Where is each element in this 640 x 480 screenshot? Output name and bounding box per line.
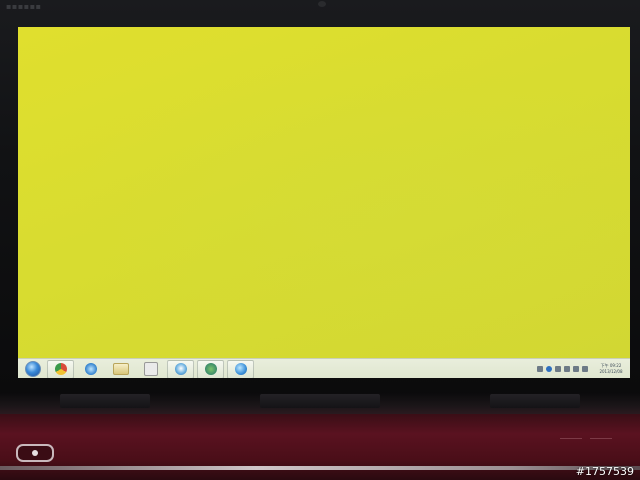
taskbar-chrome-button[interactable] [47, 359, 74, 378]
tray-network-icon[interactable] [564, 366, 570, 372]
laptop-photo: ▪▪▪▪▪▪ 下午 09:22 2013/12/08 #1757539 [0, 0, 640, 480]
globe-icon [234, 363, 247, 375]
chrome-icon [54, 363, 67, 375]
watermark: #1757539 [575, 465, 634, 478]
hinge-segment [260, 394, 380, 408]
chassis-edge [0, 466, 640, 470]
laptop-chassis [0, 414, 640, 480]
system-tray: 下午 09:22 2013/12/08 [534, 360, 628, 378]
speaker-grille [590, 438, 612, 439]
tray-power-icon[interactable] [582, 366, 588, 372]
taskbar-utility-button[interactable] [197, 359, 224, 378]
taskbar-media-button[interactable] [137, 360, 164, 379]
windows-orb-icon [25, 361, 41, 377]
start-button[interactable] [22, 360, 44, 378]
tray-app-icon[interactable] [546, 366, 552, 372]
utility-icon [204, 363, 217, 375]
taskbar: 下午 09:22 2013/12/08 [18, 358, 630, 378]
power-button[interactable] [16, 444, 54, 462]
taskbar-globe-button[interactable] [227, 359, 254, 378]
hinge [0, 392, 640, 414]
taskbar-explorer-button[interactable] [107, 360, 134, 379]
power-icon [32, 450, 38, 456]
speaker-grille [560, 438, 582, 439]
bezel-brand-logo: ▪▪▪▪▪▪ [6, 2, 42, 11]
windows-explorer-icon [112, 363, 129, 375]
network-icon [174, 363, 187, 375]
hinge-segment [490, 394, 580, 408]
taskbar-clock[interactable]: 下午 09:22 2013/12/08 [594, 363, 628, 375]
internet-explorer-icon [84, 363, 97, 375]
media-player-icon [143, 362, 158, 376]
desktop[interactable] [18, 27, 630, 359]
screen: 下午 09:22 2013/12/08 [18, 27, 630, 378]
tray-flag-icon[interactable] [555, 366, 561, 372]
tray-arrow-icon[interactable] [537, 366, 543, 372]
tray-volume-icon[interactable] [573, 366, 579, 372]
taskbar-network-button[interactable] [167, 359, 194, 378]
webcam-icon [318, 1, 326, 7]
hinge-segment [60, 394, 150, 408]
clock-date: 2013/12/08 [599, 369, 623, 374]
taskbar-ie-button[interactable] [77, 360, 104, 379]
